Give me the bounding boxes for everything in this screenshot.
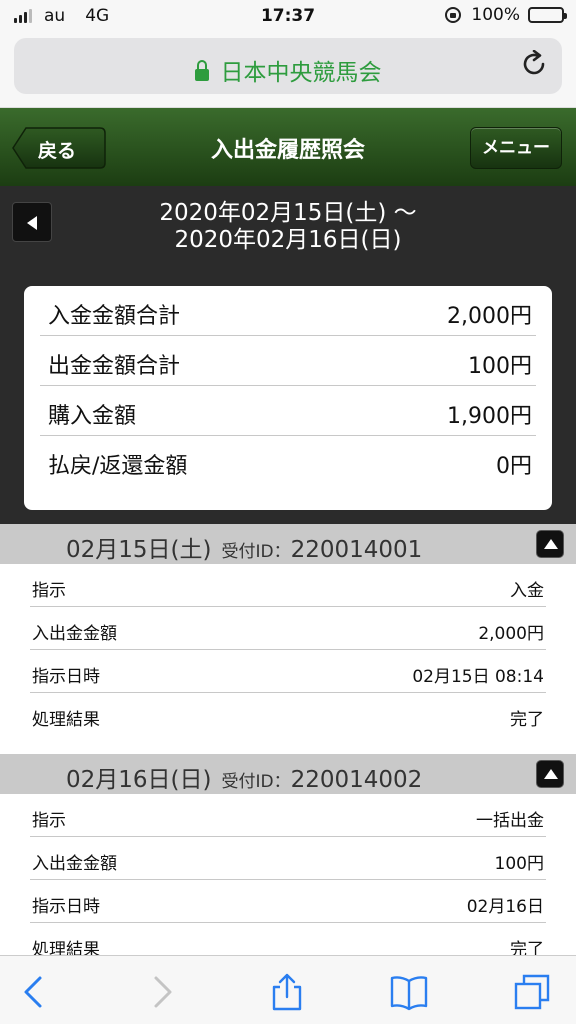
detail-label: 入出金金額 (32, 854, 117, 874)
date-range-from: 2020年02月15日(土) 〜 (159, 200, 417, 226)
orientation-lock-icon (445, 7, 462, 23)
reload-icon[interactable] (522, 50, 548, 78)
page-header: 戻る 入出金履歴照会 メニュー (0, 108, 576, 186)
share-icon[interactable] (267, 972, 307, 1012)
summary-row: 購入金額 1,900円 (40, 386, 536, 436)
transaction-date: 02月15日(土) (66, 537, 212, 563)
receipt-id: 220014002 (290, 767, 423, 793)
battery-percent: 100% (471, 5, 520, 25)
summary-value: 1,900円 (447, 404, 532, 429)
menu-button[interactable]: メニュー (470, 127, 562, 169)
detail-row: 指示 一括出金 (30, 794, 546, 837)
detail-row: 処理結果 完了 (30, 693, 546, 736)
detail-label: 指示 (32, 811, 66, 831)
summary-row: 入金金額合計 2,000円 (40, 286, 536, 336)
transaction-details: 指示 一括出金 入出金金額 100円 指示日時 02月16日 処理結果 完了 (0, 794, 576, 966)
collapse-toggle-button[interactable] (536, 530, 564, 558)
tabs-icon[interactable] (512, 972, 552, 1012)
detail-value: 2,000円 (478, 624, 544, 644)
transaction-details: 指示 入金 入出金金額 2,000円 指示日時 02月15日 08:14 処理結… (0, 564, 576, 736)
detail-row: 指示日時 02月15日 08:14 (30, 650, 546, 693)
padlock-icon (194, 60, 209, 81)
detail-row: 指示 入金 (30, 564, 546, 607)
receipt-id: 220014001 (290, 537, 423, 563)
back-button[interactable]: 戻る (12, 127, 106, 169)
summary-value: 0円 (496, 454, 532, 479)
detail-label: 指示日時 (32, 667, 100, 687)
summary-label: 入金金額合計 (48, 304, 181, 329)
site-title: 日本中央競馬会 (220, 60, 382, 86)
transaction-title: 02月16日(日) 受付ID：220014002 (66, 760, 422, 794)
summary-card: 入金金額合計 2,000円 出金金額合計 100円 購入金額 1,900円 払戻… (24, 286, 552, 510)
date-range-to: 2020年02月16日(日) (174, 227, 402, 253)
detail-row: 入出金金額 2,000円 (30, 607, 546, 650)
browser-address-area: 日本中央競馬会 (0, 32, 576, 108)
back-icon[interactable] (14, 972, 54, 1012)
battery-icon (528, 7, 567, 23)
forward-icon[interactable] (142, 972, 182, 1012)
detail-value: 100円 (494, 854, 544, 874)
summary-row: 出金金額合計 100円 (40, 336, 536, 386)
page-title: 入出金履歴照会 (210, 138, 365, 163)
status-bar: au 4G 17:37 100% (0, 0, 576, 32)
detail-value: 02月16日 (466, 897, 544, 917)
detail-label: 指示 (32, 581, 66, 601)
address-bar[interactable]: 日本中央競馬会 (14, 38, 562, 94)
summary-value: 100円 (468, 354, 532, 379)
collapse-toggle-button[interactable] (536, 760, 564, 788)
summary-label: 払戻/返還金額 (48, 454, 188, 479)
detail-value: 一括出金 (476, 811, 544, 831)
transaction-title: 02月15日(土) 受付ID：220014001 (66, 530, 422, 564)
detail-row: 指示日時 02月16日 (30, 880, 546, 923)
transaction-header[interactable]: 02月16日(日) 受付ID：220014002 (0, 754, 576, 794)
detail-value: 入金 (510, 581, 544, 601)
detail-label: 入出金金額 (32, 624, 117, 644)
detail-row: 入出金金額 100円 (30, 837, 546, 880)
transaction-date: 02月16日(日) (66, 767, 212, 793)
detail-label: 処理結果 (32, 710, 100, 730)
date-range: 2020年02月15日(土) 〜 2020年02月16日(日) (60, 200, 516, 254)
receipt-id-label: 受付ID： (221, 772, 291, 792)
period-summary-area: 2020年02月15日(土) 〜 2020年02月16日(日) 入金金額合計 2… (0, 186, 576, 524)
summary-label: 購入金額 (48, 404, 137, 429)
back-button-label: 戻る (38, 140, 77, 162)
detail-value: 完了 (510, 710, 544, 730)
receipt-id-label: 受付ID： (221, 542, 291, 562)
transaction-header[interactable]: 02月15日(土) 受付ID：220014001 (0, 524, 576, 564)
summary-value: 2,000円 (447, 304, 532, 329)
summary-row: 払戻/返還金額 0円 (40, 436, 536, 486)
previous-period-button[interactable] (12, 202, 52, 242)
detail-value: 02月15日 08:14 (412, 667, 544, 687)
detail-label: 指示日時 (32, 897, 100, 917)
summary-label: 出金金額合計 (48, 354, 181, 379)
browser-toolbar (0, 955, 576, 1024)
bookmarks-icon[interactable] (389, 972, 429, 1012)
